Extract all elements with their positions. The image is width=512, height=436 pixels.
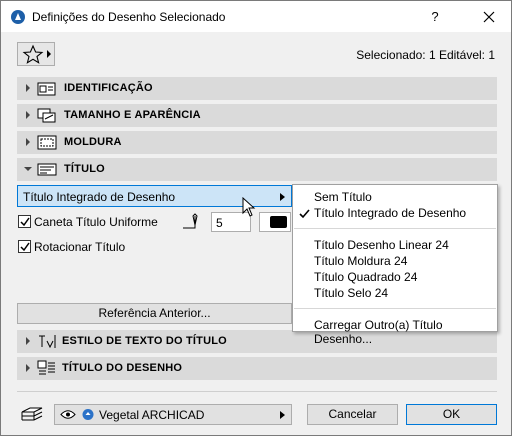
uniform-pen-label: Caneta Título Uniforme	[34, 215, 158, 229]
eye-icon	[60, 410, 76, 419]
expand-arrow-icon	[26, 84, 30, 92]
section-identificacao[interactable]: IDENTIFICAÇÃO	[17, 77, 497, 100]
menu-item-quadrado-24[interactable]: Título Quadrado 24	[314, 270, 417, 284]
title-icon	[37, 163, 57, 176]
section-tamanho[interactable]: TAMANHO E APARÊNCIA	[17, 104, 497, 127]
collapse-arrow-icon	[24, 167, 32, 171]
rotate-title-checkbox[interactable]	[18, 240, 31, 253]
layer-select[interactable]: Vegetal ARCHICAD	[54, 404, 292, 425]
section-label: IDENTIFICAÇÃO	[64, 82, 153, 94]
pen-icon	[183, 213, 198, 229]
chevron-right-icon	[280, 193, 285, 201]
favorites-button[interactable]	[17, 42, 55, 66]
window-title: Definições do Desenho Selecionado	[32, 10, 226, 24]
layers-icon	[21, 407, 43, 421]
dialog-window: Definições do Desenho Selecionado ? Sele…	[0, 0, 512, 436]
close-icon[interactable]	[479, 7, 499, 27]
menu-separator	[294, 308, 496, 309]
section-titulo-desenho[interactable]: TÍTULO DO DESENHO	[17, 357, 497, 380]
expand-arrow-icon	[26, 138, 30, 146]
rotate-title-label: Rotacionar Título	[34, 240, 126, 254]
color-swatch	[270, 216, 287, 228]
layer-status-icon	[82, 409, 94, 420]
cancel-button[interactable]: Cancelar	[307, 404, 398, 425]
menu-item-selo-24[interactable]: Título Selo 24	[314, 286, 388, 300]
title-bar: Definições do Desenho Selecionado ?	[1, 1, 511, 32]
menu-separator	[294, 228, 496, 229]
previous-reference-button[interactable]: Referência Anterior...	[17, 303, 292, 324]
chevron-right-icon	[47, 50, 51, 58]
section-label: MOLDURA	[64, 136, 122, 148]
uniform-pen-checkbox[interactable]	[18, 215, 31, 228]
title-type-dropdown: Sem Título Título Integrado de Desenho T…	[292, 184, 498, 346]
text-style-icon	[39, 335, 56, 349]
selection-count: Selecionado: 1 Editável: 1	[356, 48, 495, 62]
expand-arrow-icon	[26, 337, 30, 345]
section-label: ESTILO DE TEXTO DO TÍTULO	[62, 335, 227, 347]
mouse-cursor-icon	[242, 197, 256, 217]
chevron-right-icon	[280, 411, 285, 419]
archicad-icon	[11, 10, 25, 24]
checkmark-icon	[20, 242, 30, 252]
id-card-icon	[37, 82, 56, 96]
menu-item-linear-24[interactable]: Título Desenho Linear 24	[314, 238, 449, 252]
frame-icon	[37, 135, 57, 150]
section-label: TÍTULO	[64, 163, 105, 175]
expand-arrow-icon	[26, 364, 30, 372]
help-button[interactable]: ?	[425, 7, 445, 27]
section-moldura[interactable]: MOLDURA	[17, 131, 497, 154]
checkmark-icon	[20, 217, 30, 227]
checkmark-icon	[299, 209, 310, 219]
drawing-title-icon	[37, 360, 55, 375]
ok-button[interactable]: OK	[406, 404, 497, 425]
star-icon	[22, 44, 44, 64]
menu-item-sem-titulo[interactable]: Sem Título	[314, 190, 372, 204]
menu-item-moldura-24[interactable]: Título Moldura 24	[314, 254, 407, 268]
layer-name: Vegetal ARCHICAD	[99, 408, 205, 422]
section-titulo[interactable]: TÍTULO	[17, 158, 497, 181]
pen-color-swatch[interactable]	[259, 212, 291, 232]
expand-arrow-icon	[26, 111, 30, 119]
section-label: TAMANHO E APARÊNCIA	[64, 109, 201, 121]
footer-divider	[17, 391, 497, 392]
section-label: TÍTULO DO DESENHO	[62, 362, 183, 374]
size-appearance-icon	[37, 108, 56, 123]
menu-item-carregar-outro[interactable]: Carregar Outro(a) Título Desenho...	[314, 318, 497, 346]
menu-item-titulo-integrado[interactable]: Título Integrado de Desenho	[314, 206, 466, 220]
title-type-value: Título Integrado de Desenho	[23, 190, 176, 204]
